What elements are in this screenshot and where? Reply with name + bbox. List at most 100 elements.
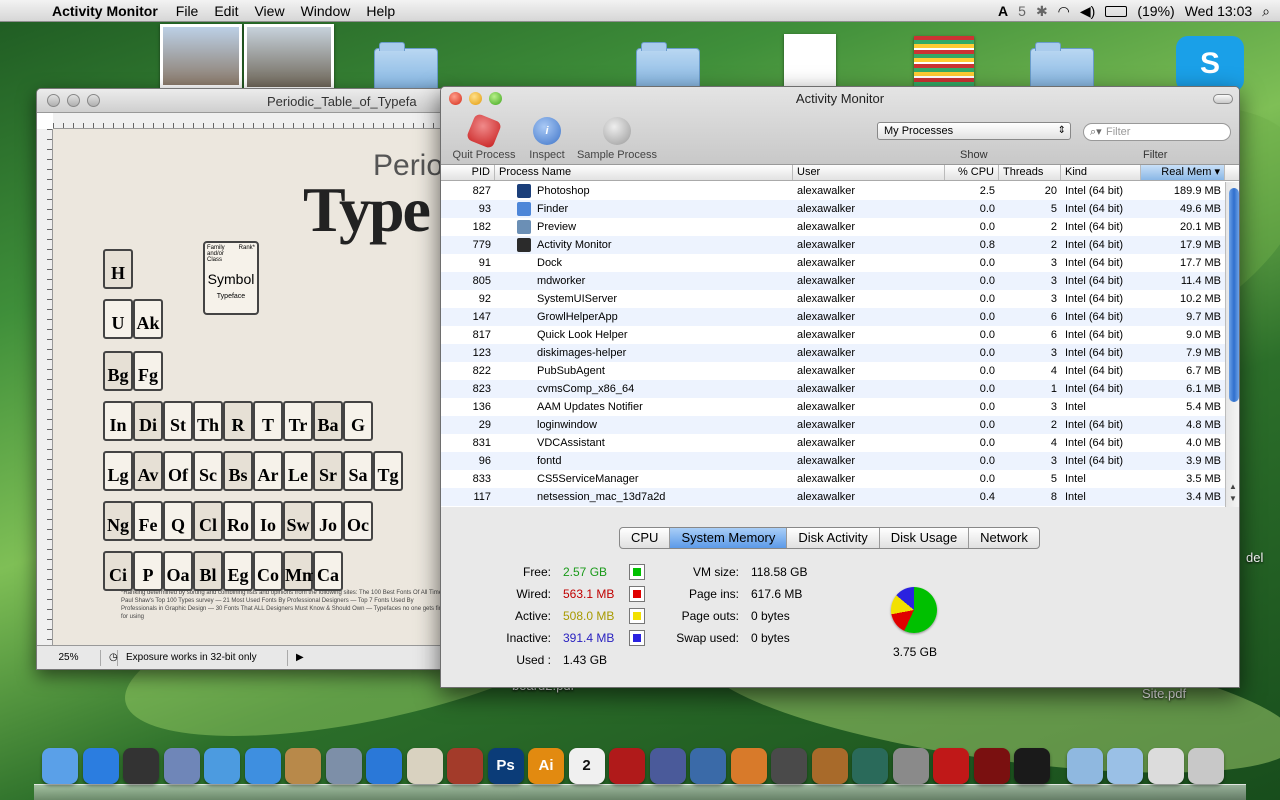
column-process-name[interactable]: Process Name <box>495 165 793 180</box>
desktop-photo-thumbnail[interactable] <box>160 24 242 88</box>
scroll-down-arrow-icon[interactable]: ▼ <box>1229 494 1237 503</box>
finder-icon[interactable] <box>42 748 78 784</box>
zoom-level[interactable]: 25% <box>37 649 101 666</box>
preview-titlebar[interactable]: Periodic_Table_of_Typefa <box>37 89 445 113</box>
tab-system-memory[interactable]: System Memory <box>670 528 788 548</box>
tab-cpu[interactable]: CPU <box>620 528 671 548</box>
illustrator-icon[interactable]: Ai <box>528 748 564 784</box>
itunes-icon[interactable] <box>366 748 402 784</box>
applications-folder-icon[interactable] <box>1066 748 1103 784</box>
dashboard-icon[interactable] <box>123 748 159 784</box>
table-row[interactable]: 117 netsession_mac_13d7a2d alexawalker 0.4 8… <box>441 488 1225 506</box>
table-row[interactable]: 91 Dock alexawalker 0.0 3 Intel (64 bit) 17.7 … <box>441 254 1225 272</box>
system-preferences-icon[interactable] <box>892 748 929 784</box>
toolbar-toggle-button[interactable] <box>1213 94 1233 104</box>
table-row[interactable]: 147 GrowlHelperApp alexawalker 0.0 6 Intel (6… <box>441 308 1225 326</box>
battery-icon[interactable] <box>1105 5 1128 17</box>
wifi-icon[interactable]: ◠ <box>1058 3 1070 20</box>
textedit-icon[interactable] <box>406 748 443 784</box>
document-canvas[interactable]: Periodi Type Family and/or Class Rank* S… <box>53 129 445 645</box>
cell-cpu: 0.4 <box>979 491 995 503</box>
menu-help[interactable]: Help <box>358 3 403 19</box>
show-processes-select[interactable]: My Processes ⇕ <box>877 122 1071 140</box>
facetime-icon[interactable] <box>204 748 240 784</box>
column-real-mem[interactable]: Real Mem ▾ <box>1141 165 1225 180</box>
menu-window[interactable]: Window <box>293 3 359 19</box>
photoshop-icon[interactable]: Ps <box>487 748 524 784</box>
front-row-icon[interactable] <box>609 748 645 784</box>
clock[interactable]: Wed 13:03 <box>1185 3 1252 19</box>
acrobat-icon[interactable] <box>933 748 969 784</box>
desktop-file-label[interactable]: Site.pdf <box>1142 686 1186 701</box>
grapher-icon[interactable] <box>690 748 726 784</box>
table-row[interactable]: 123 diskimages-helper alexawalker 0.0 3 Intel… <box>441 344 1225 362</box>
quit-process-button[interactable]: Quit Process <box>449 112 519 161</box>
documents-folder-icon[interactable] <box>1107 748 1143 784</box>
table-row[interactable]: 136 AAM Updates Notifier alexawalker 0.0 3 In… <box>441 398 1225 416</box>
table-row[interactable]: 822 PubSubAgent alexawalker 0.0 4 Intel (64 b… <box>441 362 1225 380</box>
menu-file[interactable]: File <box>168 3 207 19</box>
garageband-icon[interactable] <box>811 748 848 784</box>
scrollbar-thumb[interactable] <box>1229 188 1239 402</box>
table-row[interactable]: 831 VDCAssistant alexawalker 0.0 4 Intel (64 … <box>441 434 1225 452</box>
trash-icon[interactable] <box>1188 748 1224 784</box>
table-row[interactable]: 93 Finder alexawalker 0.0 5 Intel (64 bit) 49.… <box>441 200 1225 218</box>
keynote-icon[interactable] <box>730 748 767 784</box>
instruments-icon[interactable] <box>649 748 686 784</box>
column-pid[interactable]: PID <box>441 165 495 180</box>
safari-icon[interactable] <box>244 748 281 784</box>
desktop-file-label[interactable]: del <box>1246 550 1263 565</box>
column-cpu[interactable]: % CPU <box>945 165 999 180</box>
inspect-button[interactable]: i Inspect <box>525 117 569 161</box>
desktop-photo-thumbnail[interactable] <box>244 24 334 90</box>
menu-edit[interactable]: Edit <box>206 3 246 19</box>
battery-percent[interactable]: (19%) <box>1137 3 1174 19</box>
iphoto-icon[interactable] <box>325 748 362 784</box>
time-machine-icon[interactable] <box>852 748 888 784</box>
app-menu[interactable]: Activity Monitor <box>44 3 168 19</box>
spotlight-icon[interactable]: ⌕ <box>1262 3 1270 20</box>
imovie-icon[interactable] <box>771 748 807 784</box>
filter-search-field[interactable]: ⌕▾ Filter <box>1083 123 1231 141</box>
table-row[interactable]: 92 SystemUIServer alexawalker 0.0 3 Intel (64… <box>441 290 1225 308</box>
ical-icon[interactable]: 2 <box>568 748 605 784</box>
tab-disk-activity[interactable]: Disk Activity <box>787 528 880 548</box>
sample-process-button[interactable]: Sample Process <box>573 117 661 161</box>
tab-network[interactable]: Network <box>969 528 1039 548</box>
zoom-button[interactable] <box>87 94 100 107</box>
close-button[interactable] <box>47 94 60 107</box>
column-kind[interactable]: Kind <box>1061 165 1141 180</box>
cell-kind: Intel (64 bit) <box>1065 185 1124 197</box>
table-scrollbar[interactable]: ▲ ▼ <box>1225 182 1239 507</box>
activity-monitor-icon[interactable] <box>1014 748 1050 784</box>
table-row[interactable]: 29 loginwindow alexawalker 0.0 2 Intel (64 bi… <box>441 416 1225 434</box>
zoom-icon[interactable]: ◷ <box>101 649 118 666</box>
address-book-icon[interactable] <box>285 748 321 784</box>
table-row[interactable]: 833 CS5ServiceManager alexawalker 0.0 5 Intel… <box>441 470 1225 488</box>
bluetooth-icon[interactable]: ✱ <box>1036 3 1048 20</box>
skype-icon[interactable]: S <box>1176 36 1244 92</box>
table-row[interactable]: 817 Quick Look Helper alexawalker 0.0 6 Intel… <box>441 326 1225 344</box>
image-capture-icon[interactable] <box>447 748 483 784</box>
desktop-image-icon[interactable] <box>914 36 974 90</box>
downloads-stack-icon[interactable] <box>1147 748 1184 784</box>
photo-booth-icon[interactable] <box>973 748 1010 784</box>
tab-disk-usage[interactable]: Disk Usage <box>880 528 970 548</box>
column-user[interactable]: User <box>793 165 945 180</box>
table-row[interactable]: 827 Photoshop alexawalker 2.5 20 Intel (64 bi… <box>441 182 1225 200</box>
desktop-document-icon[interactable] <box>784 34 836 90</box>
minimize-button[interactable] <box>67 94 80 107</box>
volume-icon[interactable]: ◀) <box>1080 3 1095 20</box>
adobe-updates-icon[interactable]: A <box>998 3 1008 19</box>
play-icon[interactable]: ▶ <box>288 650 312 666</box>
scroll-up-arrow-icon[interactable]: ▲ <box>1229 482 1237 491</box>
app-store-icon[interactable] <box>82 748 119 784</box>
mail-icon[interactable] <box>163 748 200 784</box>
menu-view[interactable]: View <box>246 3 292 19</box>
column-threads[interactable]: Threads <box>999 165 1061 180</box>
table-row[interactable]: 779 Activity Monitor alexawalker 0.8 2 Intel … <box>441 236 1225 254</box>
table-row[interactable]: 823 cvmsComp_x86_64 alexawalker 0.0 1 Intel (… <box>441 380 1225 398</box>
table-row[interactable]: 96 fontd alexawalker 0.0 3 Intel (64 bit) 3.9 … <box>441 452 1225 470</box>
table-row[interactable]: 182 Preview alexawalker 0.0 2 Intel (64 bit) 2… <box>441 218 1225 236</box>
table-row[interactable]: 805 mdworker alexawalker 0.0 3 Intel (64 bit)… <box>441 272 1225 290</box>
